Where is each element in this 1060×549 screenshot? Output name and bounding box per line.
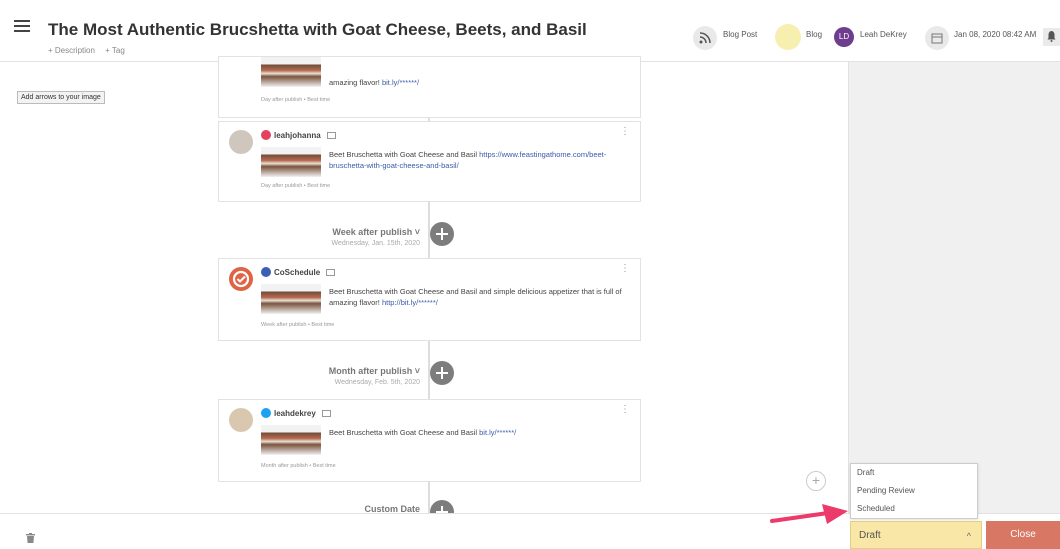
add-content-button[interactable]: + [806,471,826,491]
milestone-month[interactable]: Month after publish ˅ Wednesday, Feb. 5t… [270,366,420,386]
calendar-icon [925,26,949,50]
status-value: Draft [859,530,881,541]
add-message-icon[interactable] [430,222,454,246]
milestone-title[interactable]: Week after publish ˅ [270,227,420,237]
trash-icon[interactable] [26,530,35,548]
account-handle: CoSchedule [274,267,321,277]
post-image [261,284,321,314]
content-type-label[interactable]: Blog Post [723,30,757,39]
social-message-card[interactable]: leahdekrey ⋮ Beet Bruschetta with Goat C… [218,399,641,482]
message-text: amazing flavor! bit.ly/******/ [329,78,420,87]
right-panel [848,62,1060,513]
image-icon [321,409,331,417]
bell-icon[interactable] [1043,28,1060,46]
avatar [229,408,253,432]
account-row: leahjohanna [261,129,336,141]
post-meta: Week after publish • Best time [261,322,335,328]
account-row: leahdekrey [261,407,331,419]
status-option-pending-review[interactable]: Pending Review [851,482,977,500]
tooltip: Add arrows to your image [17,91,105,104]
milestone-title[interactable]: Month after publish ˅ [270,366,420,376]
blog-color-icon [775,24,801,50]
status-dropdown-menu: Draft Pending Review Scheduled [850,463,978,519]
instagram-icon [261,130,271,140]
milestone-date: Wednesday, Jan. 15th, 2020 [331,240,420,247]
social-message-card[interactable]: amazing flavor! bit.ly/******/ Day after… [218,56,641,118]
menu-icon[interactable] [14,20,30,32]
account-handle: leahjohanna [274,130,321,140]
header: The Most Authentic Brucshetta with Goat … [0,0,1060,62]
post-meta: Day after publish • Best time [261,183,331,189]
post-meta: Day after publish • Best time [261,97,331,103]
rss-icon [693,26,717,50]
publish-date[interactable]: Jan 08, 2020 08:42 AM [954,30,1036,39]
add-tag-link[interactable]: + Tag [105,46,125,55]
owner-name[interactable]: Leah DeKrey [860,30,907,39]
more-options-icon[interactable]: ⋮ [620,127,630,137]
post-image [261,147,321,177]
image-icon [326,268,336,276]
app-window: The Most Authentic Brucshetta with Goat … [0,0,1060,549]
social-message-card[interactable]: leahjohanna ⋮ Beet Bruschetta with Goat … [218,121,641,202]
image-icon [326,131,336,139]
blog-label[interactable]: Blog [806,30,822,39]
chevron-up-icon: ^ [966,531,971,541]
twitter-icon [261,408,271,418]
message-text: Beet Bruschetta with Goat Cheese and Bas… [329,150,607,170]
post-meta: Month after publish • Best time [261,463,336,469]
page-title: The Most Authentic Brucshetta with Goat … [48,20,587,39]
add-message-icon[interactable] [430,361,454,385]
post-image [261,57,321,87]
more-options-icon[interactable]: ⋮ [620,264,630,274]
account-row: CoSchedule [261,266,336,278]
status-select[interactable]: Draft ^ [850,521,982,549]
sub-links: + Description + Tag [48,46,133,55]
coschedule-icon [261,267,271,277]
social-message-card[interactable]: CoSchedule ⋮ Beet Bruschetta with Goat C… [218,258,641,341]
milestone-date: Wednesday, Feb. 5th, 2020 [334,379,420,386]
avatar: LD [834,27,854,47]
account-handle: leahdekrey [274,408,316,418]
more-options-icon[interactable]: ⋮ [620,405,630,415]
status-option-scheduled[interactable]: Scheduled [851,500,977,518]
status-option-draft[interactable]: Draft [851,464,977,482]
avatar [229,267,253,291]
close-button[interactable]: Close [986,521,1060,549]
avatar [229,130,253,154]
arrow-annotation-icon [770,503,850,530]
message-text: Beet Bruschetta with Goat Cheese and Bas… [329,428,517,437]
milestone-week[interactable]: Week after publish ˅ Wednesday, Jan. 15t… [270,227,420,247]
message-text: Beet Bruschetta with Goat Cheese and Bas… [329,287,622,307]
add-description-link[interactable]: + Description [48,46,95,55]
post-image [261,425,321,455]
